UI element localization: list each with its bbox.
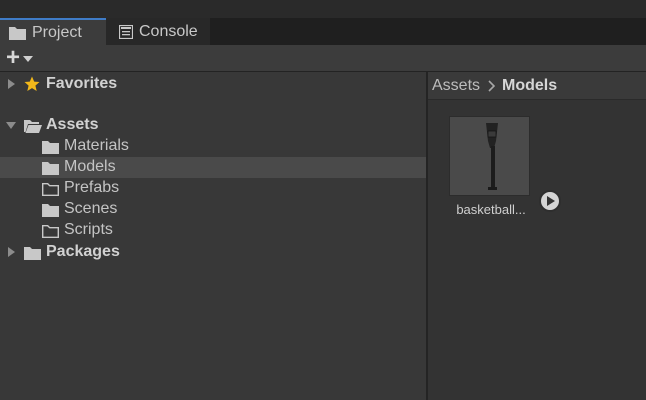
folder-icon	[9, 26, 26, 40]
tree-item-materials[interactable]: Materials	[0, 136, 426, 157]
folder-tree: Favorites Assets Materials Models Prefab…	[0, 72, 426, 400]
tree-item-favorites[interactable]: Favorites	[0, 74, 426, 95]
tab-console-label: Console	[139, 22, 198, 40]
tab-project[interactable]: Project	[0, 18, 106, 45]
tree-item-label: Packages	[46, 243, 120, 260]
tree-item-assets[interactable]: Assets	[0, 115, 426, 136]
add-button[interactable]: +	[6, 44, 46, 71]
breadcrumb: Assets Models	[428, 72, 646, 100]
folder-icon	[24, 246, 41, 265]
tree-item-label: Assets	[46, 116, 99, 133]
project-window: Project Console + Favorites Assets Mater…	[0, 0, 646, 400]
plus-icon: +	[6, 44, 21, 71]
tree-item-scripts[interactable]: Scripts	[0, 220, 426, 241]
basketball-hoop-preview-icon	[486, 123, 498, 190]
title-strip	[0, 0, 646, 18]
asset-tile[interactable]: basketball...	[448, 116, 561, 226]
tree-item-packages[interactable]: Packages	[0, 242, 426, 263]
tree-item-label: Models	[64, 158, 116, 175]
console-icon	[119, 24, 133, 39]
breadcrumb-models[interactable]: Models	[502, 77, 557, 95]
chevron-right-icon	[488, 79, 496, 92]
tree-item-label: Scenes	[64, 200, 118, 217]
breadcrumb-assets[interactable]: Assets	[432, 77, 480, 95]
tree-item-label: Prefabs	[64, 179, 120, 196]
tab-bar: Project Console	[0, 18, 646, 45]
asset-label: basketball...	[456, 202, 526, 217]
tree-item-label: Materials	[64, 137, 129, 154]
tree-item-prefabs[interactable]: Prefabs	[0, 178, 426, 199]
tree-item-label: Favorites	[46, 75, 118, 92]
asset-browser: Assets Models basketball...	[428, 72, 646, 400]
star-icon	[24, 76, 40, 97]
tab-console[interactable]: Console	[106, 18, 210, 45]
expand-arrow-icon[interactable]	[8, 79, 15, 89]
tab-project-label: Project	[32, 23, 82, 41]
tree-item-label: Scripts	[64, 221, 113, 238]
project-toolbar: +	[0, 45, 646, 72]
folder-empty-icon	[42, 224, 59, 243]
tree-item-scenes[interactable]: Scenes	[0, 199, 426, 220]
asset-thumbnail[interactable]	[449, 116, 530, 196]
expand-arrow-icon[interactable]	[8, 247, 15, 257]
chevron-down-icon	[23, 56, 34, 62]
tree-item-models[interactable]: Models	[0, 157, 426, 178]
collapse-arrow-icon[interactable]	[6, 122, 16, 129]
